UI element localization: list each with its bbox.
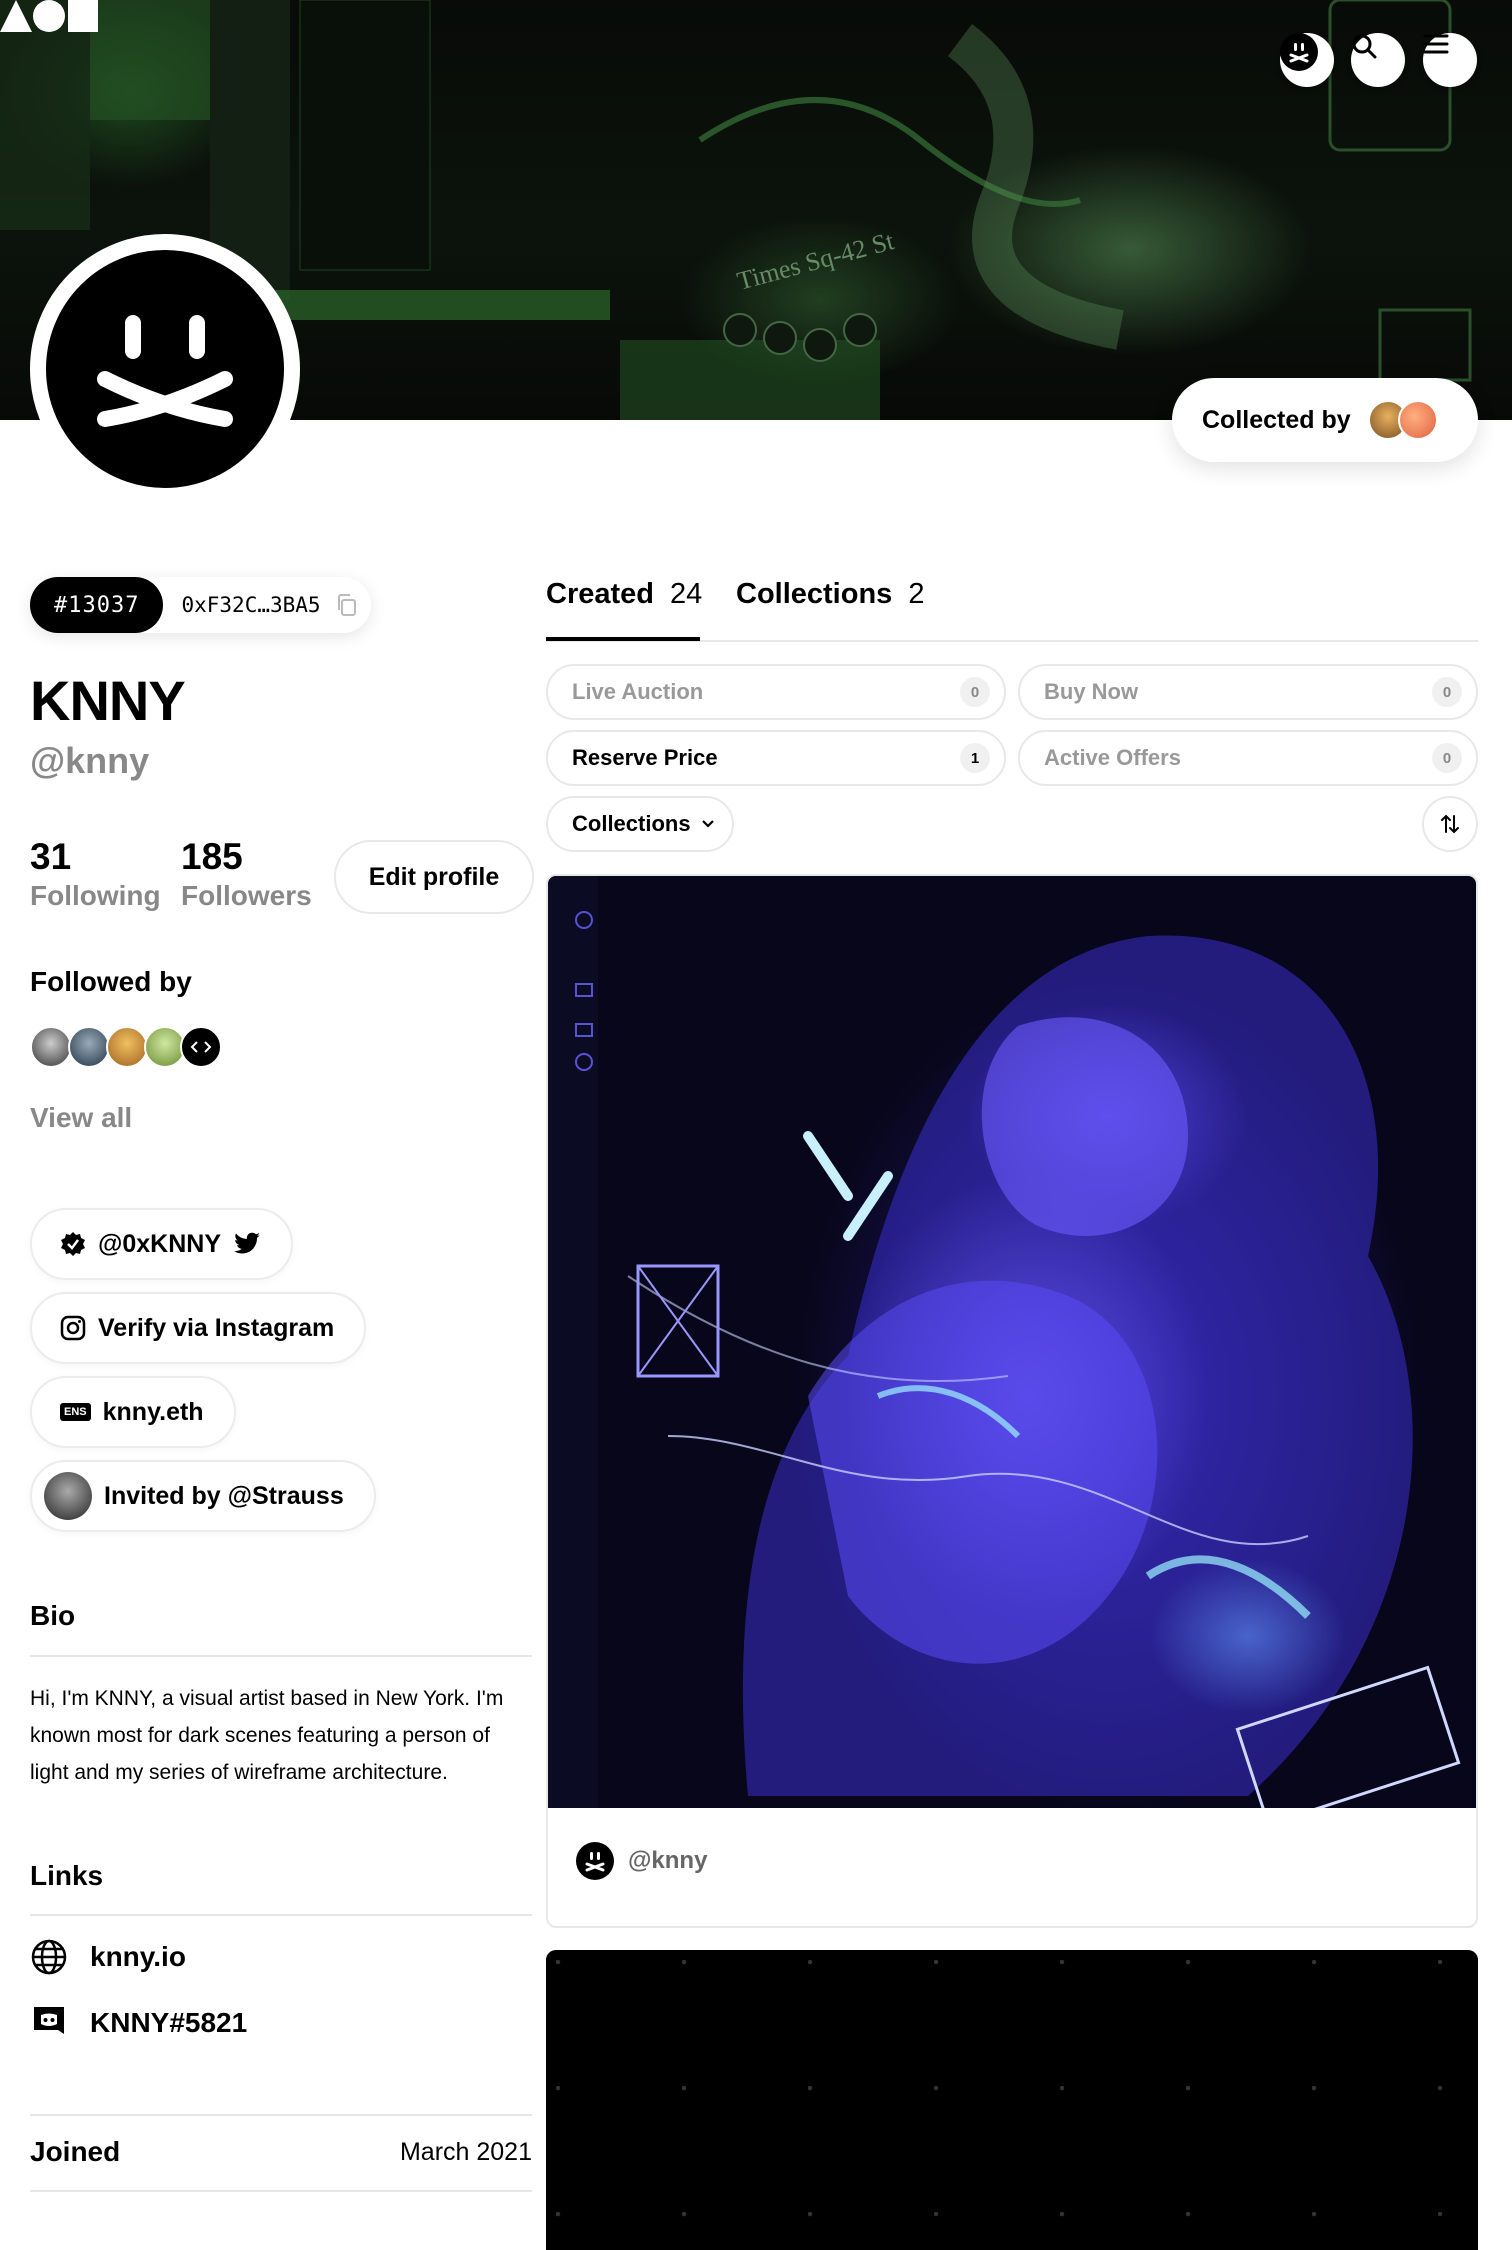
followers-count: 185 xyxy=(181,836,243,877)
creator-handle: @knny xyxy=(628,1847,708,1874)
twitter-verified-pill[interactable]: @0xKNNY xyxy=(30,1208,294,1280)
invited-by-pill[interactable]: Invited by @Strauss xyxy=(30,1460,376,1532)
artwork-figure xyxy=(548,876,1461,1808)
filter-reserve-price[interactable]: Reserve Price 1 xyxy=(546,730,1006,786)
artwork-card[interactable]: @knny xyxy=(546,874,1478,1928)
filter-count-badge: 1 xyxy=(960,743,990,773)
profile-handle: @knny xyxy=(30,740,150,781)
tab-collections-count: 2 xyxy=(908,578,925,610)
copy-icon[interactable] xyxy=(335,593,357,617)
followers-label: Followers xyxy=(181,880,312,911)
ens-name: knny.eth xyxy=(102,1397,204,1426)
profile-avatar xyxy=(30,234,300,504)
creator-avatar xyxy=(576,1842,614,1880)
edit-profile-button[interactable]: Edit profile xyxy=(334,840,534,914)
wallet-pill: #13037 0xF32C…3BA5 xyxy=(30,577,371,633)
tab-collections-label: Collections xyxy=(736,578,893,610)
filter-count-badge: 0 xyxy=(1432,743,1462,773)
token-id[interactable]: #13037 xyxy=(30,577,164,633)
discord-link[interactable]: KNNY#5821 xyxy=(30,2004,247,2042)
divider xyxy=(30,1655,532,1657)
tab-created-count: 24 xyxy=(670,578,703,610)
avatar[interactable] xyxy=(180,1026,222,1068)
collections-dropdown-label: Collections xyxy=(572,811,691,836)
profile-menu-button[interactable] xyxy=(1280,33,1334,87)
active-tab-indicator xyxy=(546,637,700,641)
followed-by-heading: Followed by xyxy=(30,966,192,997)
filter-label: Reserve Price xyxy=(572,745,718,770)
collected-by-label: Collected by xyxy=(1202,405,1351,434)
divider xyxy=(30,2190,532,2192)
profile-icon xyxy=(1280,33,1318,71)
globe-icon xyxy=(31,1939,67,1975)
filter-live-auction[interactable]: Live Auction 0 xyxy=(546,664,1006,720)
chevron-down-icon xyxy=(701,820,714,828)
following-label: Following xyxy=(30,880,161,911)
profile-page: Times Sq-42 St Collected by #13037 0xF32… xyxy=(0,0,1512,2250)
discord-label: KNNY#5821 xyxy=(90,2007,248,2038)
avatar[interactable] xyxy=(30,1026,72,1068)
followed-by-avatars xyxy=(30,1026,230,1070)
ens-icon: ENS xyxy=(60,1403,91,1421)
filter-count-badge: 0 xyxy=(1432,677,1462,707)
avatar[interactable] xyxy=(68,1026,110,1068)
filter-label: Live Auction xyxy=(572,679,704,704)
ens-pill[interactable]: ENS knny.eth xyxy=(30,1376,236,1448)
following-count: 31 xyxy=(30,836,72,877)
artwork-card[interactable] xyxy=(546,1950,1478,2250)
search-icon xyxy=(1352,34,1377,59)
following-stat[interactable]: 31 Following xyxy=(30,836,161,912)
menu-button[interactable] xyxy=(1423,33,1477,87)
twitter-icon xyxy=(234,1232,261,1254)
search-button[interactable] xyxy=(1351,33,1405,87)
sort-arrows-icon xyxy=(1441,814,1459,834)
links-heading: Links xyxy=(30,1860,104,1891)
joined-date: March 2021 xyxy=(399,2137,532,2166)
joined-row: Joined March 2021 xyxy=(30,2136,532,2168)
filter-active-offers[interactable]: Active Offers 0 xyxy=(1018,730,1478,786)
verified-badge-icon xyxy=(61,1232,85,1256)
view-all-link[interactable]: View all xyxy=(30,1102,132,1134)
website-label: knny.io xyxy=(90,1941,186,1972)
inviter-avatar xyxy=(44,1472,92,1520)
divider xyxy=(30,2114,532,2116)
profile-name: KNNY xyxy=(30,669,186,732)
aoi-logo[interactable] xyxy=(0,0,98,32)
tab-created-label: Created xyxy=(546,578,654,610)
smile-face-icon xyxy=(97,315,233,427)
discord-icon xyxy=(34,2007,64,2034)
twitter-handle: @0xKNNY xyxy=(98,1229,222,1258)
filter-label: Buy Now xyxy=(1044,679,1139,704)
website-link[interactable]: knny.io xyxy=(30,1938,186,1976)
joined-label: Joined xyxy=(30,2136,121,2167)
instagram-verify-pill[interactable]: Verify via Instagram xyxy=(30,1292,367,1364)
collections-dropdown[interactable]: Collections xyxy=(546,796,734,852)
sort-button[interactable] xyxy=(1422,796,1478,852)
profile-tabs: Created 24 Collections 2 xyxy=(546,570,1478,642)
followers-stat[interactable]: 185 Followers xyxy=(181,836,312,912)
invited-by-label: Invited by @Strauss xyxy=(104,1481,344,1510)
filter-label: Active Offers xyxy=(1044,745,1181,770)
bio-text: Hi, I'm KNNY, a visual artist based in N… xyxy=(30,1687,504,1784)
artwork-creator[interactable]: @knny xyxy=(576,1842,707,1880)
tab-collections[interactable]: Collections 2 xyxy=(736,578,924,611)
code-icon xyxy=(190,1041,212,1053)
bio-heading: Bio xyxy=(30,1600,76,1631)
tab-created[interactable]: Created 24 xyxy=(546,578,702,611)
wallet-address[interactable]: 0xF32C…3BA5 xyxy=(163,593,370,617)
avatar[interactable] xyxy=(106,1026,148,1068)
collected-by-pill[interactable]: Collected by xyxy=(1172,378,1478,462)
menu-icon xyxy=(1423,34,1449,54)
instagram-icon xyxy=(60,1315,86,1341)
collector-avatar[interactable] xyxy=(1398,400,1438,440)
divider xyxy=(30,1914,532,1916)
artwork-image[interactable] xyxy=(548,876,1476,1808)
filter-buy-now[interactable]: Buy Now 0 xyxy=(1018,664,1478,720)
wallet-address-text: 0xF32C…3BA5 xyxy=(181,593,321,617)
instagram-verify-label: Verify via Instagram xyxy=(98,1313,335,1342)
filter-count-badge: 0 xyxy=(960,677,990,707)
